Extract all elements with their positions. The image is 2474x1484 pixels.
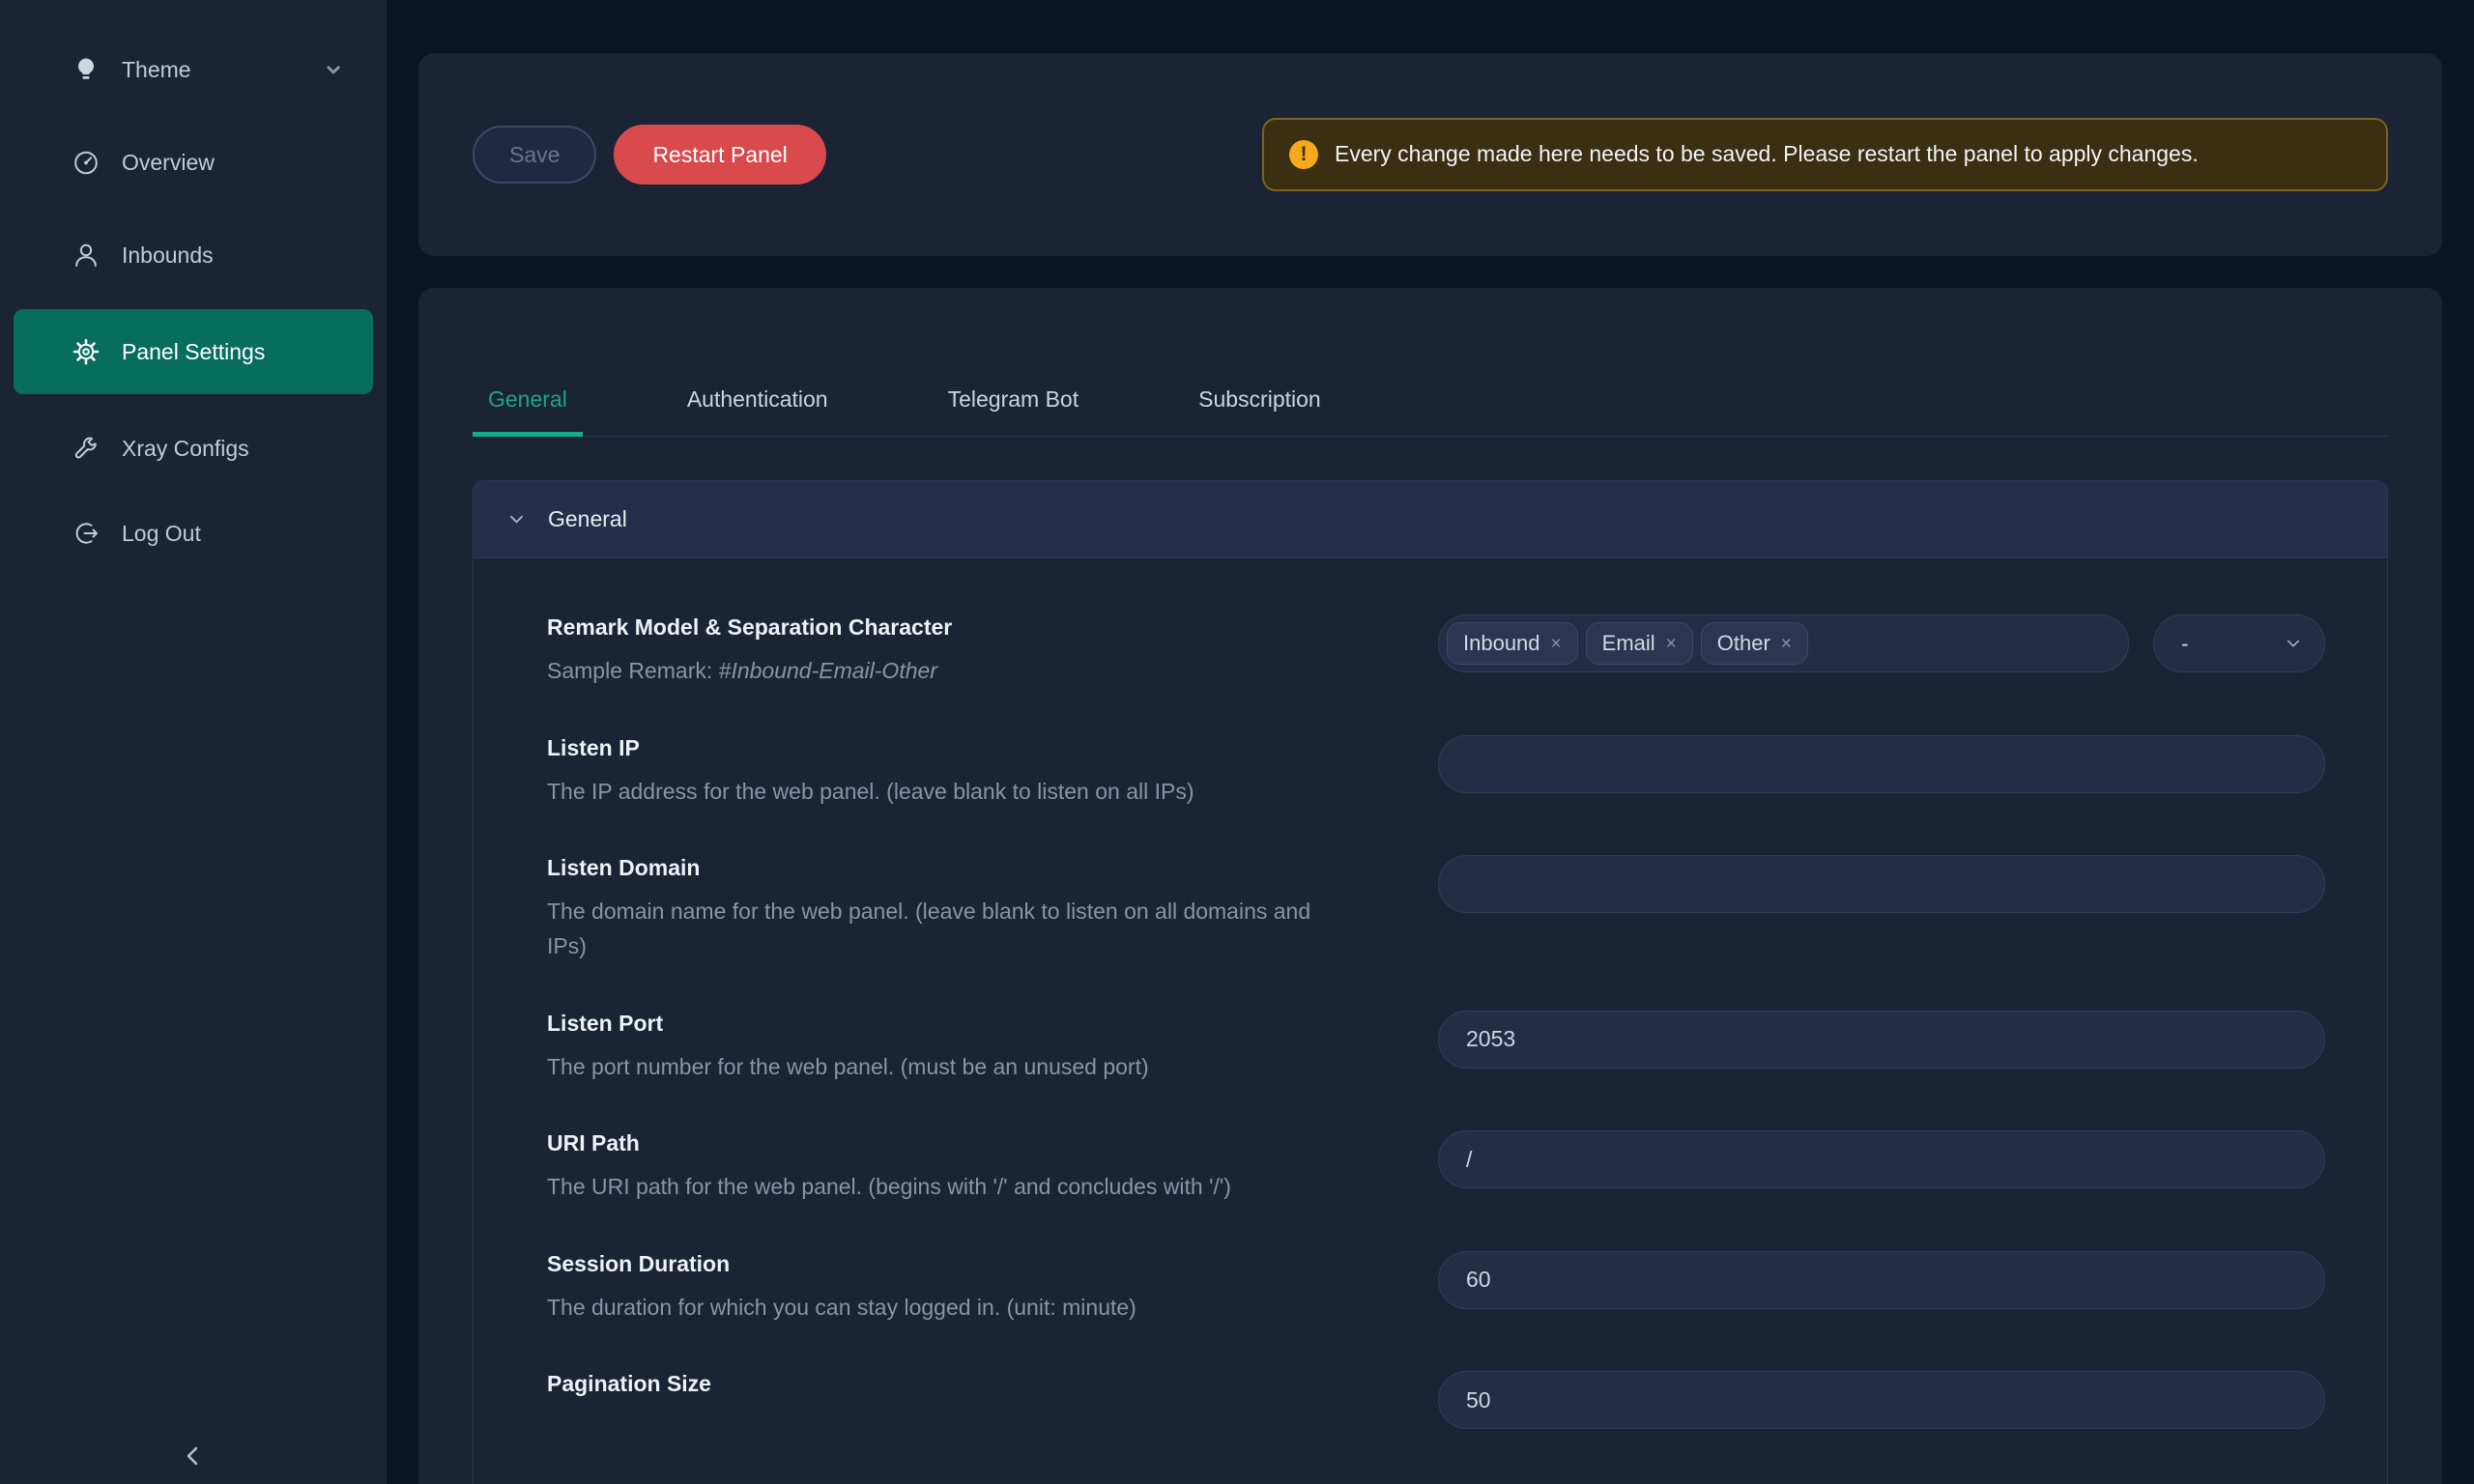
sidebar-item-panel-settings[interactable]: Panel Settings — [14, 309, 373, 394]
sidebar-item-overview[interactable]: Overview — [0, 131, 387, 193]
listen-ip-input[interactable] — [1438, 735, 2325, 793]
form-row-pagination-size: Pagination Size — [547, 1371, 2325, 1429]
field-description: The port number for the web panel. (must… — [547, 1050, 1351, 1085]
tab-general[interactable]: General — [473, 371, 583, 436]
general-collapse-panel: General Remark Model & Separation Charac… — [473, 480, 2388, 1484]
sidebar-item-theme[interactable]: Theme — [0, 39, 387, 100]
user-icon — [72, 241, 101, 270]
field-label: Pagination Size — [547, 1371, 1351, 1397]
separation-character-select[interactable]: - — [2153, 614, 2325, 672]
remove-tag-icon[interactable]: × — [1551, 635, 1562, 653]
field-description: The duration for which you can stay logg… — [547, 1291, 1351, 1326]
chevron-down-icon — [2284, 634, 2303, 653]
tag-email: Email × — [1586, 622, 1693, 665]
remark-sample: Sample Remark: #Inbound-Email-Other — [547, 654, 1351, 689]
field-label: Listen IP — [547, 735, 1351, 761]
field-label: Listen Port — [547, 1011, 1351, 1037]
sidebar-item-label: Xray Configs — [122, 436, 249, 462]
sidebar-item-label: Overview — [122, 150, 215, 176]
uri-path-input[interactable] — [1438, 1130, 2325, 1188]
pagination-size-input[interactable] — [1438, 1371, 2325, 1429]
sidebar-item-label: Theme — [122, 57, 191, 83]
field-description: The IP address for the web panel. (leave… — [547, 775, 1351, 810]
tab-authentication[interactable]: Authentication — [672, 371, 844, 436]
remove-tag-icon[interactable]: × — [1781, 635, 1792, 653]
tab-telegram-bot[interactable]: Telegram Bot — [933, 371, 1095, 436]
tab-subscription[interactable]: Subscription — [1183, 371, 1337, 436]
form-row-remark: Remark Model & Separation Character Samp… — [547, 614, 2325, 689]
alert-message: Every change made here needs to be saved… — [1335, 134, 2199, 174]
sidebar-item-inbounds[interactable]: Inbounds — [0, 224, 387, 286]
remark-label: Remark Model & Separation Character — [547, 614, 1351, 641]
field-label: Session Duration — [547, 1251, 1351, 1277]
restart-panel-button[interactable]: Restart Panel — [614, 125, 825, 185]
logout-icon — [72, 519, 101, 548]
sidebar: Theme Overview Inbounds — [0, 0, 387, 1484]
separator-value: - — [2181, 631, 2189, 657]
tag-inbound: Inbound × — [1447, 622, 1578, 665]
app-root: Theme Overview Inbounds — [0, 0, 2474, 1484]
session-duration-input[interactable] — [1438, 1251, 2325, 1309]
action-bar-card: Save Restart Panel ! Every change made h… — [418, 53, 2442, 256]
general-collapse-header[interactable]: General — [474, 481, 2387, 558]
field-label: Listen Domain — [547, 855, 1351, 881]
sidebar-collapse-chevron-left-icon[interactable] — [179, 1441, 208, 1470]
form-row-session-duration: Session Duration The duration for which … — [547, 1251, 2325, 1326]
remove-tag-icon[interactable]: × — [1666, 635, 1677, 653]
lightbulb-icon — [72, 55, 101, 84]
remark-model-multiselect[interactable]: Inbound × Email × Other × — [1438, 614, 2129, 672]
gear-icon — [72, 337, 101, 366]
sidebar-item-xray-configs[interactable]: Xray Configs — [0, 417, 387, 479]
chevron-down-icon[interactable] — [323, 59, 344, 80]
main-content: Save Restart Panel ! Every change made h… — [387, 0, 2474, 1484]
sidebar-item-label: Log Out — [122, 521, 201, 547]
dashboard-icon — [72, 148, 101, 177]
form-row-listen-port: Listen Port The port number for the web … — [547, 1011, 2325, 1085]
form-row-listen-ip: Listen IP The IP address for the web pan… — [547, 735, 2325, 810]
tag-other: Other × — [1701, 622, 1808, 665]
chevron-down-icon — [506, 509, 527, 529]
save-button[interactable]: Save — [473, 126, 596, 184]
settings-tabs: General Authentication Telegram Bot Subs… — [473, 288, 2388, 437]
field-description: The URI path for the web panel. (begins … — [547, 1170, 1351, 1205]
field-description: The domain name for the web panel. (leav… — [547, 895, 1351, 963]
wrench-icon — [72, 434, 101, 463]
form-row-listen-domain: Listen Domain The domain name for the we… — [547, 855, 2325, 963]
field-label: URI Path — [547, 1130, 1351, 1156]
remark-sample-value: #Inbound-Email-Other — [719, 658, 937, 683]
settings-card: General Authentication Telegram Bot Subs… — [418, 288, 2442, 1484]
general-form: Remark Model & Separation Character Samp… — [474, 558, 2387, 1484]
form-row-uri-path: URI Path The URI path for the web panel.… — [547, 1130, 2325, 1205]
restart-warning-alert: ! Every change made here needs to be sav… — [1262, 118, 2388, 190]
sidebar-item-logout[interactable]: Log Out — [0, 502, 387, 564]
sidebar-item-label: Inbounds — [122, 243, 214, 269]
collapse-title: General — [548, 506, 627, 532]
warning-icon: ! — [1289, 140, 1318, 169]
listen-domain-input[interactable] — [1438, 855, 2325, 913]
sidebar-item-label: Panel Settings — [122, 339, 265, 365]
listen-port-input[interactable] — [1438, 1011, 2325, 1069]
